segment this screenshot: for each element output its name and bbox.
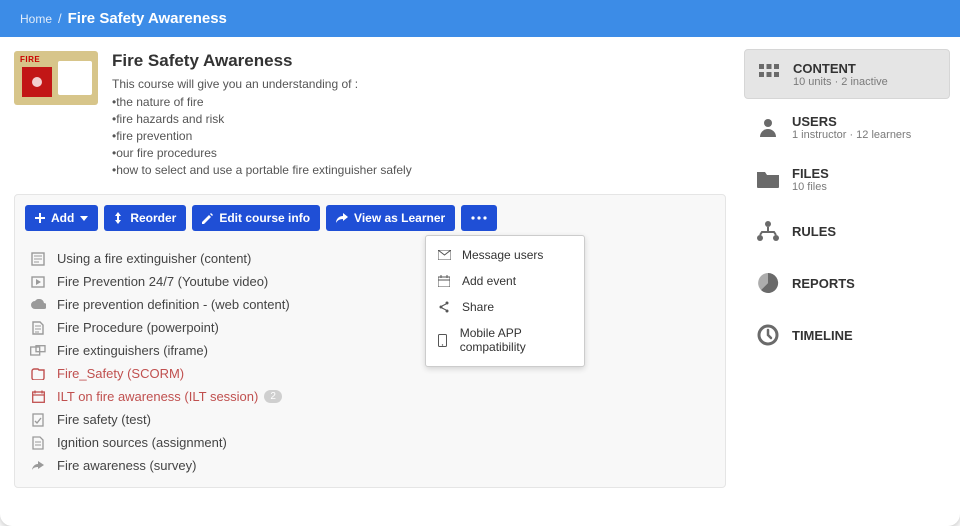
unit-row[interactable]: Fire Prevention 24/7 (Youtube video)	[27, 270, 715, 293]
menu-mobile-compat[interactable]: Mobile APP compatibility	[426, 320, 584, 360]
side-users-sub: 1 instructor · 12 learners	[792, 129, 911, 141]
unit-label: Fire Prevention 24/7 (Youtube video)	[57, 274, 268, 289]
menu-add-event[interactable]: Add event	[426, 268, 584, 294]
view-label: View as Learner	[354, 211, 445, 225]
calendar-icon	[438, 275, 454, 287]
unit-badge: 2	[264, 390, 282, 403]
thumb-fire-label: FIRE	[20, 55, 40, 64]
unit-row[interactable]: Fire_Safety (SCORM)	[27, 362, 715, 385]
side-rules[interactable]: RULES	[744, 207, 950, 255]
side-content-sub: 10 units · 2 inactive	[793, 76, 888, 88]
rules-icon	[754, 217, 782, 245]
side-files[interactable]: FILES10 files	[744, 155, 950, 203]
add-button[interactable]: Add	[25, 205, 98, 231]
ppt-icon	[29, 321, 47, 335]
unit-label: Fire extinguishers (iframe)	[57, 343, 208, 358]
unit-label: Fire Procedure (powerpoint)	[57, 320, 219, 335]
toolbar: Add Reorder Edit course info View as Lea…	[14, 194, 726, 488]
menu-label: Share	[462, 300, 494, 314]
side-users[interactable]: USERS1 instructor · 12 learners	[744, 103, 950, 151]
reorder-button[interactable]: Reorder	[104, 205, 186, 231]
clock-icon	[754, 321, 782, 349]
menu-label: Add event	[462, 274, 516, 288]
mobile-icon	[438, 334, 452, 347]
unit-list: Using a fire extinguisher (content) Fire …	[25, 247, 715, 477]
cloud-icon	[29, 299, 47, 310]
more-actions-button[interactable]	[461, 205, 497, 231]
video-icon	[29, 276, 47, 288]
caret-down-icon	[80, 216, 88, 221]
ellipsis-icon	[471, 216, 487, 220]
unit-label: Fire_Safety (SCORM)	[57, 366, 184, 381]
unit-row[interactable]: Fire awareness (survey)	[27, 454, 715, 477]
side-users-title: USERS	[792, 114, 911, 129]
side-reports-title: REPORTS	[792, 276, 855, 291]
breadcrumb: Home / Fire Safety Awareness	[0, 0, 960, 37]
unit-label: Using a fire extinguisher (content)	[57, 251, 251, 266]
side-content-title: CONTENT	[793, 61, 888, 76]
pie-icon	[754, 269, 782, 297]
grid-icon	[755, 60, 783, 88]
test-icon	[29, 413, 47, 427]
reorder-label: Reorder	[130, 211, 176, 225]
more-actions-menu: Message users Add event Share Mobile APP…	[425, 235, 585, 367]
unit-row[interactable]: Using a fire extinguisher (content)	[27, 247, 715, 270]
menu-label: Message users	[462, 248, 543, 262]
menu-label: Mobile APP compatibility	[460, 326, 572, 354]
course-bullet: •our fire procedures	[112, 146, 412, 160]
unit-label: ILT on fire awareness (ILT session)	[57, 389, 258, 404]
menu-message-users[interactable]: Message users	[426, 242, 584, 268]
unit-label: Fire awareness (survey)	[57, 458, 196, 473]
ilt-icon	[29, 390, 47, 403]
plus-icon	[35, 213, 45, 223]
view-as-learner-button[interactable]: View as Learner	[326, 205, 455, 231]
unit-row[interactable]: Fire safety (test)	[27, 408, 715, 431]
content-icon	[29, 252, 47, 266]
course-thumbnail: FIRE	[14, 51, 98, 105]
unit-row[interactable]: ILT on fire awareness (ILT session) 2	[27, 385, 715, 408]
breadcrumb-separator: /	[58, 11, 62, 26]
unit-label: Fire prevention definition - (web conten…	[57, 297, 290, 312]
side-nav: CONTENT10 units · 2 inactive USERS1 inst…	[740, 37, 960, 525]
share-icon	[438, 301, 454, 313]
edit-label: Edit course info	[219, 211, 310, 225]
side-timeline-title: TIMELINE	[792, 328, 853, 343]
unit-label: Ignition sources (assignment)	[57, 435, 227, 450]
side-content[interactable]: CONTENT10 units · 2 inactive	[744, 49, 950, 99]
unit-row[interactable]: Ignition sources (assignment)	[27, 431, 715, 454]
course-bullet: •fire prevention	[112, 129, 412, 143]
course-lead: This course will give you an understandi…	[112, 77, 412, 91]
breadcrumb-home[interactable]: Home	[20, 12, 52, 26]
course-bullet: •how to select and use a portable fire e…	[112, 163, 412, 177]
assign-icon	[29, 436, 47, 450]
envelope-icon	[438, 250, 454, 260]
folder-icon	[754, 165, 782, 193]
course-title: Fire Safety Awareness	[112, 51, 412, 71]
pencil-icon	[202, 213, 213, 224]
unit-row[interactable]: Fire prevention definition - (web conten…	[27, 293, 715, 316]
unit-label: Fire safety (test)	[57, 412, 151, 427]
side-timeline[interactable]: TIMELINE	[744, 311, 950, 359]
add-label: Add	[51, 211, 74, 225]
reorder-icon	[114, 212, 124, 224]
share-arrow-icon	[336, 213, 348, 223]
side-reports[interactable]: REPORTS	[744, 259, 950, 307]
side-rules-title: RULES	[792, 224, 836, 239]
course-bullet: •fire hazards and risk	[112, 112, 412, 126]
menu-share[interactable]: Share	[426, 294, 584, 320]
scorm-icon	[29, 368, 47, 380]
unit-row[interactable]: Fire Procedure (powerpoint)	[27, 316, 715, 339]
iframe-icon	[29, 345, 47, 356]
user-icon	[754, 113, 782, 141]
breadcrumb-title: Fire Safety Awareness	[68, 10, 227, 27]
edit-course-button[interactable]: Edit course info	[192, 205, 320, 231]
side-files-title: FILES	[792, 166, 829, 181]
side-files-sub: 10 files	[792, 181, 829, 193]
survey-icon	[29, 461, 47, 471]
unit-row[interactable]: Fire extinguishers (iframe)	[27, 339, 715, 362]
course-bullet: •the nature of fire	[112, 95, 412, 109]
